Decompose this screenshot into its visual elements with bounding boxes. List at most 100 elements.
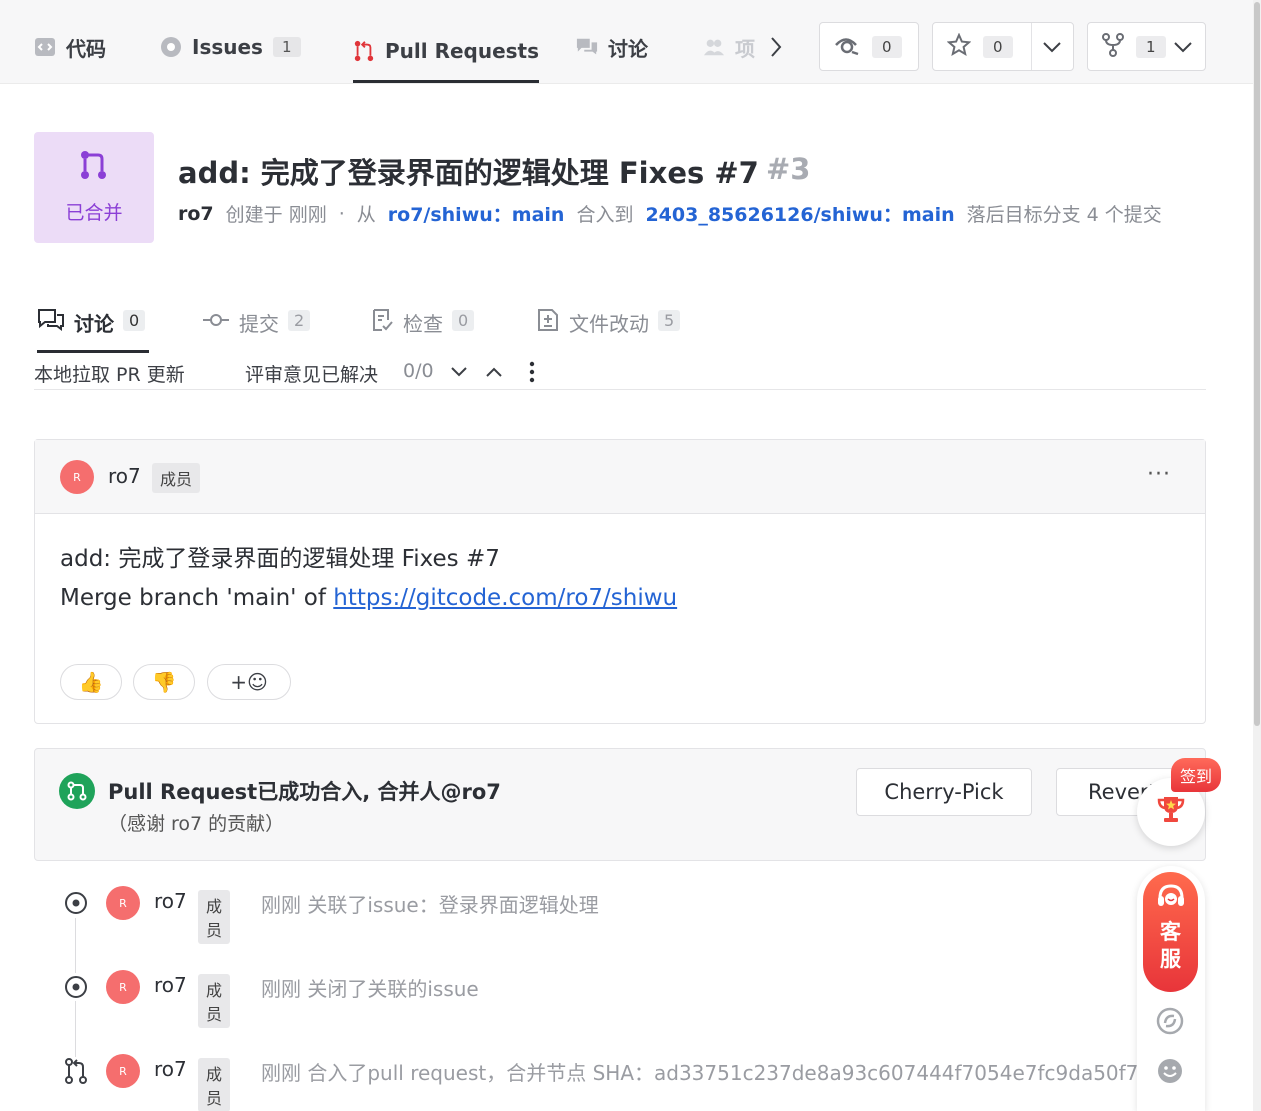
fork-count: 1: [1136, 35, 1166, 58]
target-branch-link[interactable]: 2403_85626126/shiwu：main: [645, 200, 954, 227]
avatar[interactable]: R: [106, 970, 140, 1004]
thumbs-down-reaction-button[interactable]: 👎: [133, 664, 195, 700]
comment-header: R ro7 成员 ···: [35, 440, 1205, 514]
commit-icon: [202, 308, 230, 337]
timeline-action: 刚刚 关联了issue：登录界面逻辑处理: [261, 893, 599, 917]
timeline-user[interactable]: ro7: [154, 973, 187, 997]
timeline-action: 刚刚 合入了pull request，合并节点 SHA：ad33751c237d…: [261, 1061, 1139, 1085]
scrollbar-thumb[interactable]: [1254, 2, 1260, 726]
thumbs-up-icon: 👍: [78, 670, 104, 694]
merge-status-card: Pull Request已成功合入, 合并人@ro7 （感谢 ro7 的贡献） …: [34, 748, 1206, 861]
pull-request-icon: [353, 40, 375, 62]
avatar[interactable]: R: [106, 1054, 140, 1088]
repo-link[interactable]: https://gitcode.com/ro7/shiwu: [333, 585, 677, 611]
chevron-right-icon[interactable]: [764, 32, 788, 62]
chevron-down-icon[interactable]: [1170, 35, 1196, 59]
subtab-commits-count: 2: [288, 310, 311, 331]
share-icon[interactable]: [1155, 1006, 1185, 1036]
chat-icon: [37, 308, 65, 337]
source-branch-link[interactable]: ro7/shiwu：main: [388, 200, 565, 227]
thumbs-up-reaction-button[interactable]: 👍: [60, 664, 122, 700]
star-button[interactable]: 0: [932, 22, 1074, 71]
from-label: 从: [356, 204, 376, 226]
comment-card: R ro7 成员 ··· add: 完成了登录界面的逻辑处理 Fixes #7 …: [34, 439, 1206, 724]
review-resolved-label: 评审意见已解决: [245, 364, 379, 386]
more-vertical-icon[interactable]: [520, 360, 544, 384]
cherry-pick-button[interactable]: Cherry-Pick: [856, 768, 1032, 816]
subtab-checks[interactable]: 检查 0: [370, 308, 475, 353]
star-icon: [946, 32, 972, 61]
checkin-tag[interactable]: 签到: [1171, 758, 1221, 792]
comment-line-1: add: 完成了登录界面的逻辑处理 Fixes #7: [60, 546, 500, 572]
feedback-smile-icon[interactable]: [1155, 1056, 1185, 1086]
customer-service-button[interactable]: 客 服: [1143, 872, 1198, 992]
pr-author-link[interactable]: ro7: [178, 203, 214, 225]
tab-code[interactable]: 代码: [34, 22, 106, 72]
role-badge: 成员: [198, 890, 231, 944]
role-badge: 成员: [198, 1058, 231, 1111]
avatar[interactable]: R: [106, 886, 140, 920]
subtab-commits[interactable]: 提交 2: [202, 308, 311, 353]
timeline-user[interactable]: ro7: [154, 1057, 187, 1081]
timeline-user[interactable]: ro7: [154, 889, 187, 913]
pull-local-pr-link[interactable]: 本地拉取 PR 更新: [34, 360, 185, 387]
comment-line-2-text: Merge branch 'main' of: [60, 585, 334, 611]
merge-status-title: Pull Request已成功合入, 合并人@ro7: [108, 780, 501, 804]
subtab-discussion-label: 讨论: [74, 312, 114, 336]
issue-link-icon: [62, 889, 90, 917]
subtab-discussion-count: 0: [123, 310, 146, 331]
pr-meta-line: ro7 创建于 刚刚 · 从 ro7/shiwu：main 合入到 2403_8…: [178, 200, 1162, 227]
tab-members[interactable]: 项: [703, 22, 755, 72]
merge-status-subtitle: （感谢 ro7 的贡献）: [108, 813, 285, 835]
tab-members-label: 项: [735, 36, 755, 61]
subtab-checks-count: 0: [452, 310, 475, 331]
divider: [1031, 23, 1032, 70]
tab-discussion-label: 讨论: [608, 36, 648, 61]
watch-icon: [834, 34, 860, 60]
avatar[interactable]: R: [60, 460, 94, 494]
watch-button[interactable]: 0: [819, 22, 919, 71]
merged-status-label: 已合并: [65, 202, 123, 224]
headset-icon: [1155, 882, 1187, 919]
tab-code-label: 代码: [66, 36, 106, 61]
timeline-item: R ro7 成员 刚刚 关联了issue：登录界面逻辑处理: [62, 885, 599, 944]
add-reaction-button[interactable]: +☺: [207, 664, 291, 700]
issue-close-icon: [62, 973, 90, 1001]
tab-discussion[interactable]: 讨论: [576, 22, 648, 72]
merge-icon: [80, 150, 108, 184]
into-label: 合入到: [576, 204, 634, 226]
chevron-down-icon[interactable]: [1039, 35, 1065, 59]
tab-issues[interactable]: Issues 1: [160, 22, 301, 72]
issues-icon: [160, 36, 182, 58]
role-badge: 成员: [198, 974, 231, 1028]
repo-nav-bar: 代码 Issues 1 Pull Requests 讨论 项 0 0 1: [0, 0, 1253, 84]
merge-icon: [62, 1057, 90, 1085]
page-scrollbar[interactable]: [1253, 0, 1261, 1111]
thumbs-down-icon: 👎: [151, 670, 177, 694]
timeline-item: R ro7 成员 刚刚 关闭了关联的issue: [62, 969, 479, 1028]
comment-body: add: 完成了登录界面的逻辑处理 Fixes #7 Merge branch …: [60, 540, 677, 618]
discussion-icon: [576, 36, 598, 58]
watch-count: 0: [872, 35, 902, 58]
timeline-action: 刚刚 关闭了关联的issue: [261, 977, 479, 1001]
more-options-icon[interactable]: ···: [1147, 462, 1171, 487]
behind-commits-text: 落后目标分支 4 个提交: [966, 204, 1162, 226]
issues-count-badge: 1: [272, 37, 301, 57]
tab-issues-label: Issues: [192, 35, 263, 59]
code-icon: [34, 36, 56, 58]
tab-pull-requests-label: Pull Requests: [385, 39, 540, 63]
subtab-files-changed-count: 5: [658, 310, 681, 331]
members-icon: [703, 36, 725, 58]
review-resolved-count: 0/0: [403, 360, 434, 382]
chevron-up-icon[interactable]: [482, 360, 506, 384]
subtab-files-changed[interactable]: 文件改动 5: [536, 308, 681, 353]
pr-number: #3: [766, 152, 811, 186]
comment-author[interactable]: ro7: [108, 464, 141, 488]
subtab-discussion[interactable]: 讨论 0: [37, 308, 149, 353]
fork-button[interactable]: 1: [1087, 22, 1206, 71]
tab-pull-requests[interactable]: Pull Requests: [353, 22, 540, 83]
chevron-down-icon[interactable]: [447, 360, 471, 384]
checklist-icon: [370, 308, 394, 337]
merged-status-tile: 已合并: [34, 132, 154, 243]
timeline-item: R ro7 成员 刚刚 合入了pull request，合并节点 SHA：ad3…: [62, 1053, 1138, 1111]
